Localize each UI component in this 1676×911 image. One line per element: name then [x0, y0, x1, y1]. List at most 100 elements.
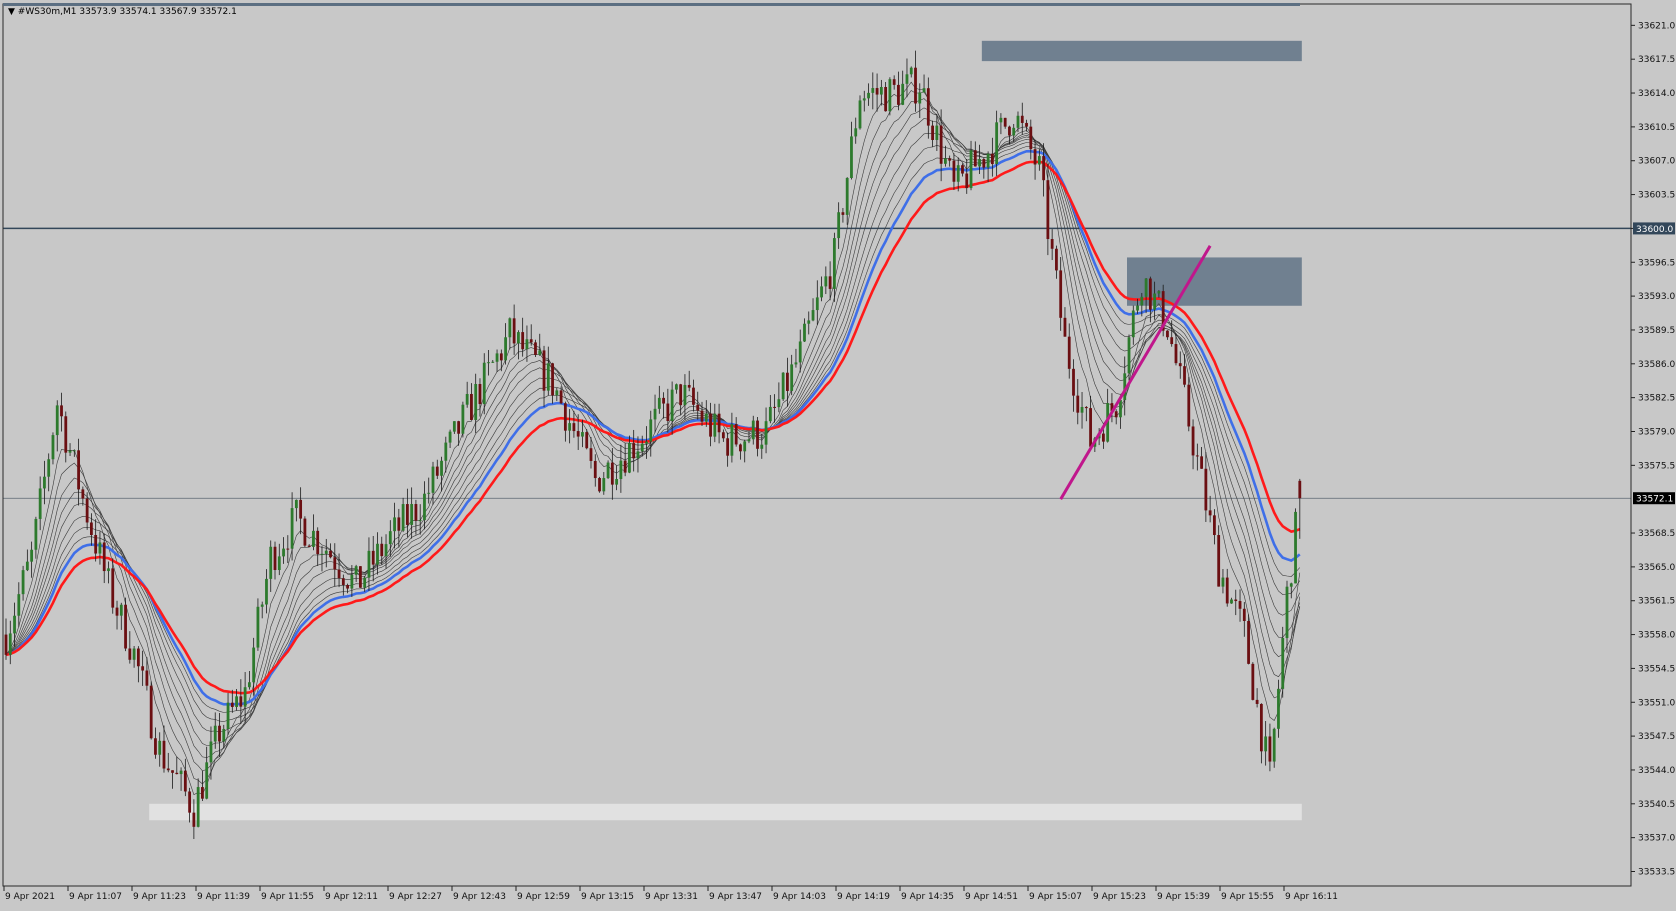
- candle-body: [209, 741, 213, 763]
- candle-body: [141, 666, 145, 671]
- candle-body: [931, 125, 934, 140]
- candle-body: [1033, 149, 1037, 165]
- candle-body: [243, 687, 247, 707]
- candle-body: [465, 393, 469, 405]
- candle-body: [1174, 344, 1178, 364]
- candle-body: [901, 83, 905, 105]
- candle-body: [559, 390, 563, 404]
- candle-body: [132, 648, 136, 660]
- candle-body: [824, 276, 828, 287]
- candle-body: [807, 320, 811, 324]
- candle-body: [687, 384, 691, 388]
- candle-body: [1298, 480, 1302, 499]
- candle: [585, 429, 589, 450]
- candle-body: [794, 362, 798, 365]
- candle-body: [948, 158, 952, 161]
- candle-body: [623, 460, 627, 473]
- candle-body: [487, 362, 490, 364]
- price-tick-label: 33593.0: [1638, 292, 1675, 302]
- price-tick-label: 33547.5: [1638, 732, 1675, 742]
- candle-body: [43, 476, 46, 489]
- candle-body: [504, 337, 507, 361]
- candle-body: [534, 342, 537, 355]
- price-tick-label: 33582.5: [1638, 394, 1675, 404]
- candle-body: [312, 530, 315, 547]
- candle-body: [171, 770, 174, 773]
- candle-body: [316, 530, 320, 555]
- candle-body: [277, 556, 281, 571]
- candle-body: [162, 740, 166, 769]
- time-tick-label: 9 Apr 15:39: [1157, 892, 1210, 902]
- candle-body: [149, 685, 153, 739]
- candle-body: [709, 413, 712, 437]
- candle-body: [495, 353, 499, 362]
- candle-body: [666, 403, 670, 422]
- candle-body: [136, 648, 140, 667]
- candle-body: [247, 682, 251, 688]
- candle-body: [713, 413, 717, 437]
- candle-body: [218, 725, 221, 742]
- candle-body: [1183, 366, 1186, 385]
- candle-body: [905, 74, 909, 84]
- price-tick-label: 33614.0: [1638, 89, 1675, 99]
- candle-body: [1178, 363, 1182, 367]
- chart-window[interactable]: 33621.0 33617.5 33614.0 33610.5 33607.0 33603…: [0, 0, 1676, 907]
- candle-body: [1119, 400, 1122, 418]
- candle-body: [653, 408, 657, 420]
- candle-body: [60, 405, 63, 417]
- candle-body: [563, 403, 567, 431]
- candle: [149, 681, 153, 740]
- candle-body: [158, 740, 162, 755]
- candle-body: [282, 548, 285, 557]
- candle-body: [1285, 586, 1289, 639]
- candle-body: [90, 522, 93, 535]
- candle-body: [939, 125, 943, 164]
- price-tick-label: 33607.0: [1638, 157, 1675, 167]
- candle: [781, 372, 785, 402]
- candle-body: [542, 350, 546, 391]
- price-tick-label: 33603.5: [1638, 191, 1675, 201]
- candle-body: [25, 561, 29, 571]
- candle-body: [990, 153, 994, 165]
- price-chart[interactable]: 33621.0 33617.5 33614.0 33610.5 33607.0 33603…: [0, 0, 1676, 907]
- candle-body: [1268, 736, 1272, 762]
- candle-body: [354, 566, 358, 575]
- candle-body: [969, 150, 973, 189]
- time-tick-label: 9 Apr 12:27: [389, 892, 442, 902]
- candle-body: [538, 350, 542, 355]
- candle-body: [124, 604, 127, 649]
- candle-body: [320, 553, 324, 555]
- candle-body: [581, 432, 584, 437]
- candle-body: [1025, 122, 1028, 127]
- candle-body: [1187, 384, 1191, 427]
- price-tick-label: 33540.5: [1638, 800, 1675, 810]
- candle-body: [418, 520, 422, 522]
- candle-body: [636, 451, 640, 459]
- time-tick-label: 9 Apr 11:39: [197, 892, 250, 902]
- candle: [1251, 662, 1255, 701]
- candle-body: [525, 339, 529, 350]
- candle-body: [841, 212, 845, 215]
- candle-body: [884, 86, 888, 112]
- candle-body: [1166, 330, 1169, 338]
- price-tick-label: 33586.0: [1638, 360, 1675, 370]
- candle-body: [918, 92, 922, 104]
- candle-body: [619, 460, 623, 480]
- candle-body: [1234, 599, 1238, 602]
- candle-body: [1208, 510, 1212, 516]
- candle-body: [405, 504, 409, 525]
- candle-body: [470, 393, 473, 420]
- time-tick-label: 9 Apr 12:59: [517, 892, 570, 902]
- candle-body: [414, 504, 418, 521]
- candle-body: [213, 725, 217, 742]
- candle-body: [854, 128, 858, 137]
- price-tick-label: 33621.0: [1638, 21, 1675, 31]
- candle-body: [192, 812, 196, 827]
- candle-body: [679, 384, 683, 406]
- candle-body: [756, 420, 759, 449]
- candle-body: [1281, 638, 1285, 689]
- candle-body: [1101, 433, 1105, 442]
- price-tick-label: 33551.0: [1638, 698, 1675, 708]
- candle-body: [815, 297, 819, 311]
- candle-body: [299, 499, 303, 519]
